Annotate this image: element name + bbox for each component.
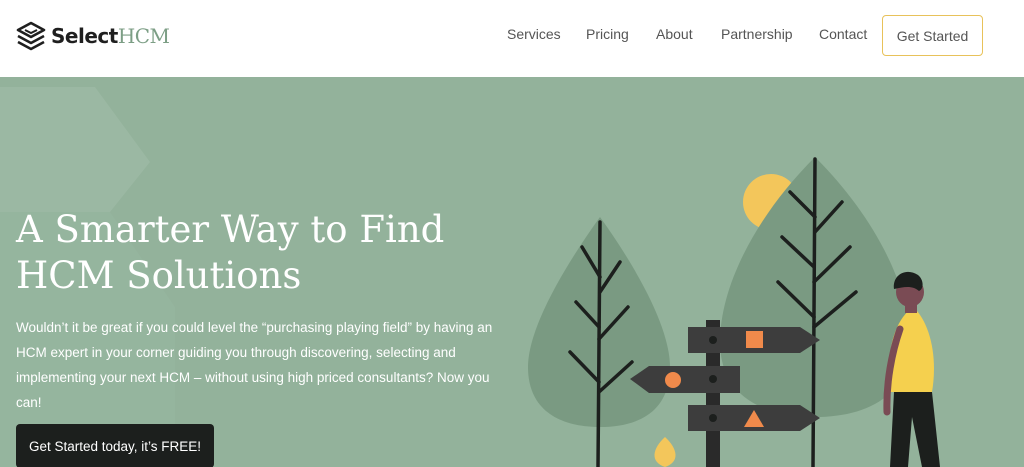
brand-name: SelectHCM	[51, 24, 170, 48]
brand-name-light: HCM	[117, 24, 170, 48]
square-icon	[746, 331, 763, 348]
nav-contact[interactable]: Contact	[819, 26, 867, 42]
leaf-icon	[654, 437, 676, 467]
signpost-illustration	[528, 157, 940, 467]
hero-title: A Smarter Way to Find HCM Solutions	[16, 207, 536, 299]
stacked-layers-icon	[16, 21, 46, 51]
hero-description: Wouldn’t it be great if you could level …	[16, 320, 493, 410]
circle-icon	[665, 372, 681, 388]
get-started-free-button[interactable]: Get Started today, it’s FREE!	[16, 424, 214, 467]
nav-services[interactable]: Services	[507, 26, 561, 42]
site-header: SelectHCM Services Pricing About Partner…	[0, 0, 1024, 77]
get-started-button[interactable]: Get Started	[882, 15, 983, 56]
hero-title-line-1: A Smarter Way to Find	[16, 208, 445, 251]
nav-pricing[interactable]: Pricing	[586, 26, 629, 42]
nav-partnership[interactable]: Partnership	[721, 26, 793, 42]
hero-section: A Smarter Way to Find HCM Solutions Would…	[0, 77, 1024, 467]
nav-about[interactable]: About	[656, 26, 693, 42]
sign-middle	[630, 366, 740, 393]
logo[interactable]: SelectHCM	[15, 20, 170, 52]
hero-title-line-2: HCM Solutions	[16, 254, 302, 297]
brand-name-bold: Select	[51, 24, 118, 48]
